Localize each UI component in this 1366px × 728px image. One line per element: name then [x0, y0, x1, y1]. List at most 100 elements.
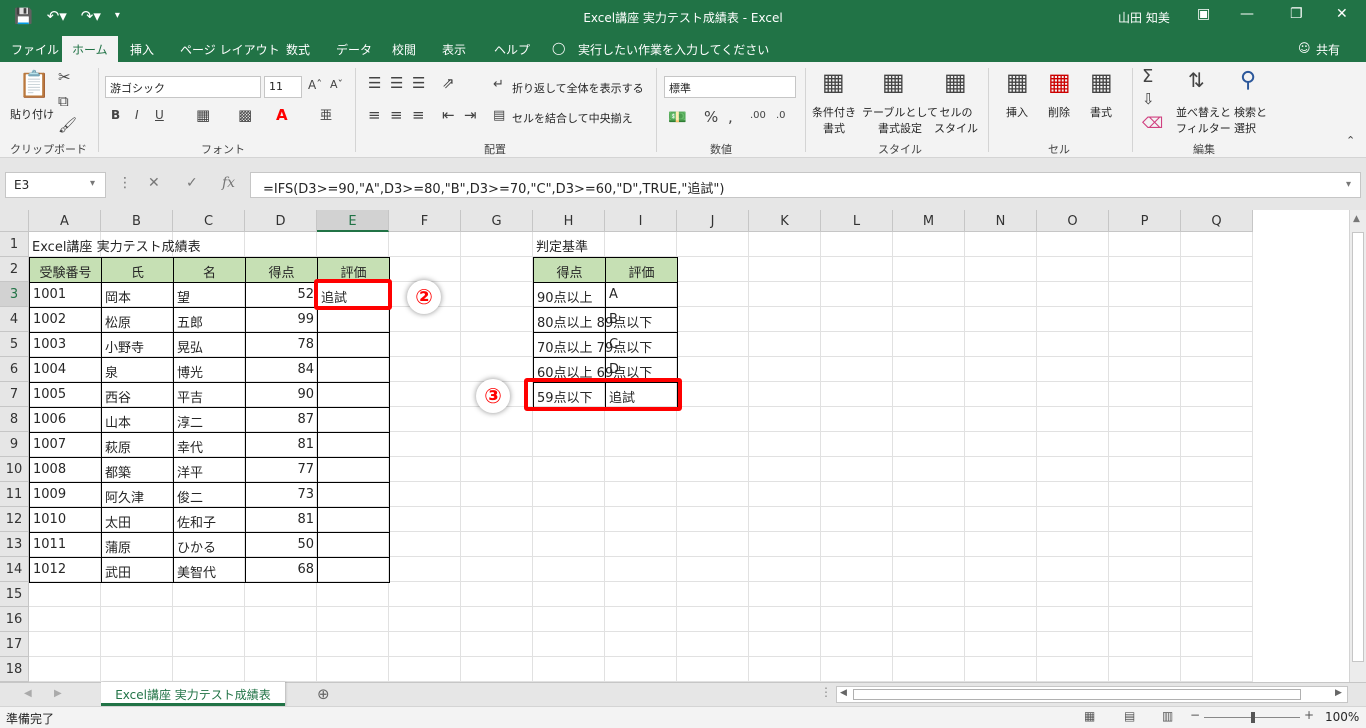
zoom-slider-thumb[interactable] [1251, 712, 1255, 723]
accounting-format-icon[interactable]: 💵 [668, 108, 687, 126]
cell[interactable] [677, 282, 749, 307]
cell[interactable] [821, 657, 893, 682]
table-cell[interactable]: 1007 [29, 432, 102, 458]
cell[interactable] [1181, 432, 1253, 457]
cell[interactable] [749, 432, 821, 457]
cell[interactable] [677, 607, 749, 632]
cell[interactable] [1109, 432, 1181, 457]
cell[interactable] [605, 557, 677, 582]
cell[interactable] [1109, 307, 1181, 332]
table-cell[interactable]: 81 [245, 507, 318, 533]
cell[interactable] [533, 607, 605, 632]
cell[interactable] [101, 607, 173, 632]
cell[interactable] [389, 532, 461, 557]
cell[interactable] [605, 607, 677, 632]
column-header[interactable]: K [749, 210, 821, 232]
cell[interactable] [821, 332, 893, 357]
table-cell[interactable]: 淳二 [173, 407, 246, 433]
cell[interactable] [533, 482, 605, 507]
horizontal-scroll-thumb[interactable] [853, 689, 1301, 700]
cell[interactable] [533, 557, 605, 582]
tab-review[interactable]: 校閲 [392, 41, 416, 58]
cell[interactable] [29, 582, 101, 607]
criteria-cell[interactable]: 90点以上 [533, 282, 606, 308]
zoom-in-icon[interactable]: + [1304, 708, 1314, 722]
cell[interactable] [1109, 657, 1181, 682]
cell[interactable] [749, 532, 821, 557]
align-left-icon[interactable]: ≡ [368, 106, 381, 124]
table-cell[interactable]: 平吉 [173, 382, 246, 408]
cell[interactable] [821, 507, 893, 532]
column-header[interactable]: A [29, 210, 101, 232]
cell[interactable] [821, 582, 893, 607]
cell[interactable] [1109, 257, 1181, 282]
cell[interactable] [461, 432, 533, 457]
cell[interactable] [893, 357, 965, 382]
cell[interactable] [893, 332, 965, 357]
cell[interactable] [605, 507, 677, 532]
cell[interactable] [101, 632, 173, 657]
table-cell[interactable]: 阿久津 [101, 482, 174, 508]
cell[interactable] [677, 257, 749, 282]
cell[interactable] [749, 282, 821, 307]
horizontal-scrollbar[interactable]: ◀ ▶ [836, 686, 1348, 703]
cell[interactable] [821, 532, 893, 557]
table-cell[interactable]: 1002 [29, 307, 102, 333]
cell[interactable] [1037, 557, 1109, 582]
scroll-up-icon[interactable]: ▲ [1353, 214, 1360, 224]
wrap-text-button[interactable]: 折り返して全体を表示する [512, 80, 644, 96]
table-cell[interactable]: 洋平 [173, 457, 246, 483]
cell[interactable] [893, 382, 965, 407]
scroll-tabs-right-icon[interactable]: ▶ [54, 688, 62, 699]
cell[interactable] [461, 257, 533, 282]
tab-help[interactable]: ヘルプ [494, 41, 530, 58]
cell[interactable] [677, 582, 749, 607]
criteria-cell[interactable]: A [605, 282, 678, 308]
table-cell[interactable] [317, 307, 390, 333]
merge-center-icon[interactable]: ▤ [493, 108, 505, 123]
cell[interactable] [1181, 257, 1253, 282]
table-cell[interactable]: 西谷 [101, 382, 174, 408]
increase-indent-icon[interactable]: ⇥ [464, 106, 477, 124]
collapse-ribbon-icon[interactable]: ⌃ [1346, 134, 1355, 147]
vertical-scrollbar[interactable]: ▲ [1349, 210, 1366, 682]
criteria-header[interactable]: 評価 [605, 257, 678, 283]
cell[interactable] [749, 632, 821, 657]
cell[interactable] [749, 382, 821, 407]
name-box-dropdown-icon[interactable]: ▾ [90, 178, 95, 189]
table-cell[interactable]: 1005 [29, 382, 102, 408]
table-cell[interactable]: 87 [245, 407, 318, 433]
cell[interactable] [965, 332, 1037, 357]
cell[interactable] [533, 632, 605, 657]
cell[interactable] [1109, 582, 1181, 607]
wrap-text-icon[interactable]: ↵ [493, 77, 504, 92]
ribbon-display-icon[interactable]: ▣ [1197, 6, 1210, 22]
cell[interactable] [749, 257, 821, 282]
worksheet-grid[interactable]: ▲ A B C D E F G H I J K L M N O P Q 1 2 3 4 5 6 7 8 9 10 11 12 13 14 15… [0, 210, 1366, 682]
cell[interactable] [1181, 532, 1253, 557]
cell[interactable] [245, 582, 317, 607]
align-top-icon[interactable]: ☰ [368, 74, 381, 92]
font-size-select[interactable]: 11 [264, 76, 302, 98]
align-center-icon[interactable]: ≡ [390, 106, 403, 124]
cell[interactable] [461, 332, 533, 357]
row-header[interactable]: 9 [0, 432, 29, 457]
cell[interactable] [749, 582, 821, 607]
table-cell[interactable]: 山本 [101, 407, 174, 433]
fill-icon[interactable]: ⇩ [1142, 90, 1155, 108]
cell[interactable] [533, 507, 605, 532]
cell[interactable] [965, 582, 1037, 607]
cell[interactable] [893, 582, 965, 607]
cell[interactable] [1037, 332, 1109, 357]
cell[interactable] [1109, 232, 1181, 257]
font-name-select[interactable]: 游ゴシック [105, 76, 261, 98]
underline-icon[interactable]: U [155, 108, 164, 122]
cell[interactable] [1037, 532, 1109, 557]
cell[interactable] [749, 607, 821, 632]
table-cell[interactable]: 小野寺 [101, 332, 174, 358]
table-cell[interactable] [317, 457, 390, 483]
cell[interactable] [893, 457, 965, 482]
cell[interactable] [1109, 507, 1181, 532]
cell-styles-icon[interactable]: ▦ [944, 68, 967, 96]
column-header[interactable]: Q [1181, 210, 1253, 232]
